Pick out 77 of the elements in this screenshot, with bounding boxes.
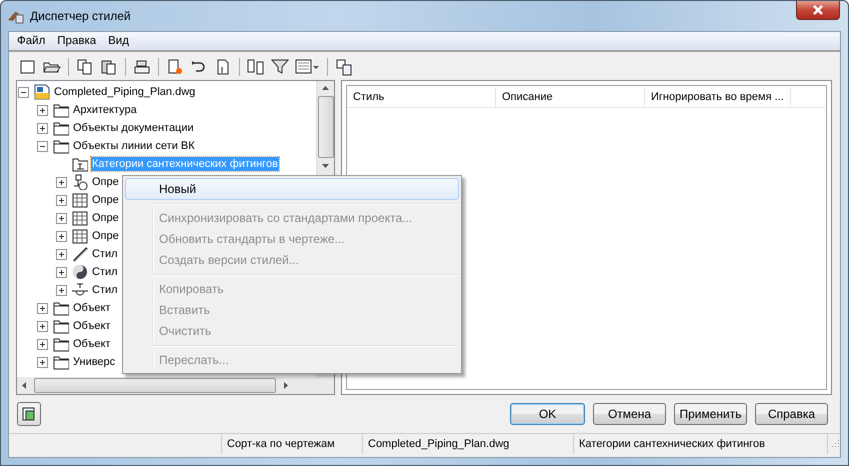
tree-item[interactable]: Стил (91, 265, 119, 279)
compare-icon (247, 58, 265, 76)
filter-icon (271, 58, 289, 76)
expand-icon[interactable] (37, 302, 48, 314)
column-header[interactable]: Игнорировать во время ... (645, 87, 791, 107)
table-icon (72, 192, 88, 208)
column-header[interactable]: Описание (496, 87, 645, 107)
column-header[interactable]: Стиль (347, 87, 496, 107)
expand-icon[interactable] (56, 230, 67, 242)
window-title: Диспетчер стилей (30, 9, 132, 23)
fitting-folder-icon (72, 156, 88, 172)
expand-icon[interactable] (56, 194, 67, 206)
expand-icon[interactable] (37, 104, 48, 116)
folder-icon (53, 318, 69, 334)
tree-item[interactable]: Универс (72, 355, 116, 369)
tree-item[interactable]: Архитектура (72, 103, 138, 117)
valve-icon (72, 282, 88, 298)
folder-icon (53, 300, 69, 316)
close-button[interactable] (796, 1, 840, 20)
status-text: Категории сантехнических фитингов (574, 434, 828, 454)
scroll-thumb[interactable] (34, 378, 276, 393)
tree-item[interactable]: Стил (91, 283, 119, 297)
expand-icon[interactable] (37, 356, 48, 368)
close-icon (811, 5, 825, 15)
expand-icon[interactable] (37, 122, 48, 134)
tree-item[interactable]: Опре (91, 193, 120, 207)
status-text: Сорт-ка по чертежам (222, 434, 363, 454)
tree-item[interactable]: Completed_Piping_Plan.dwg (53, 85, 196, 99)
tree-item[interactable]: Опре (91, 211, 120, 225)
dialog-button[interactable]: Справка (755, 403, 828, 425)
paste-icon (100, 58, 118, 76)
tree-item[interactable]: Объекты документации (72, 121, 195, 135)
folder-icon (53, 120, 69, 136)
expand-icon[interactable] (37, 320, 48, 332)
expand-icon[interactable] (37, 338, 48, 350)
tree-item[interactable]: Объекты линии сети ВК (72, 139, 196, 153)
tree-item[interactable]: Стил (91, 247, 119, 261)
tree-item[interactable]: Опре (91, 229, 120, 243)
table-icon (72, 210, 88, 226)
menu-item[interactable]: Файл (11, 35, 52, 47)
menu-item[interactable]: Правка (51, 35, 102, 47)
folder-icon (53, 102, 69, 118)
expand-icon[interactable] (56, 284, 67, 296)
transfer-icon (335, 58, 353, 76)
expand-icon[interactable] (56, 176, 67, 188)
tree-item[interactable]: Объект (72, 301, 112, 315)
scroll-thumb[interactable] (318, 96, 334, 158)
menu-item[interactable]: Вид (102, 35, 135, 47)
tree-item[interactable]: Объект (72, 337, 112, 351)
dialog-button[interactable]: Отмена (593, 403, 666, 425)
printer-icon (133, 58, 151, 76)
panel-icon (21, 406, 37, 422)
yin-yang-icon (72, 264, 88, 280)
horizontal-scrollbar[interactable] (17, 377, 334, 394)
toggle-view-button[interactable] (17, 402, 41, 426)
status-text: Completed_Piping_Plan.dwg (363, 434, 574, 454)
folder-icon (53, 138, 69, 154)
expand-icon[interactable] (56, 248, 67, 260)
new-style-icon (166, 58, 184, 76)
collapse-icon[interactable] (37, 140, 48, 152)
menu-item[interactable]: Новый (125, 178, 459, 200)
collapse-icon[interactable] (18, 86, 29, 98)
tree-item[interactable]: Опре (91, 175, 120, 189)
view-dropdown-icon (295, 58, 320, 76)
pipe-icon (72, 246, 88, 262)
dialog-button[interactable]: OK (510, 403, 585, 425)
expand-icon[interactable] (56, 212, 67, 224)
new-document-icon (19, 58, 37, 76)
folder-icon (53, 336, 69, 352)
copy-icon (76, 58, 94, 76)
folder-icon (53, 354, 69, 370)
expand-icon[interactable] (56, 266, 67, 278)
table-icon (72, 228, 88, 244)
drawing-file-icon (34, 84, 50, 100)
flowchart-icon (72, 174, 88, 190)
dialog-button[interactable]: Применить (674, 403, 747, 425)
tree-item[interactable]: Объект (72, 319, 112, 333)
